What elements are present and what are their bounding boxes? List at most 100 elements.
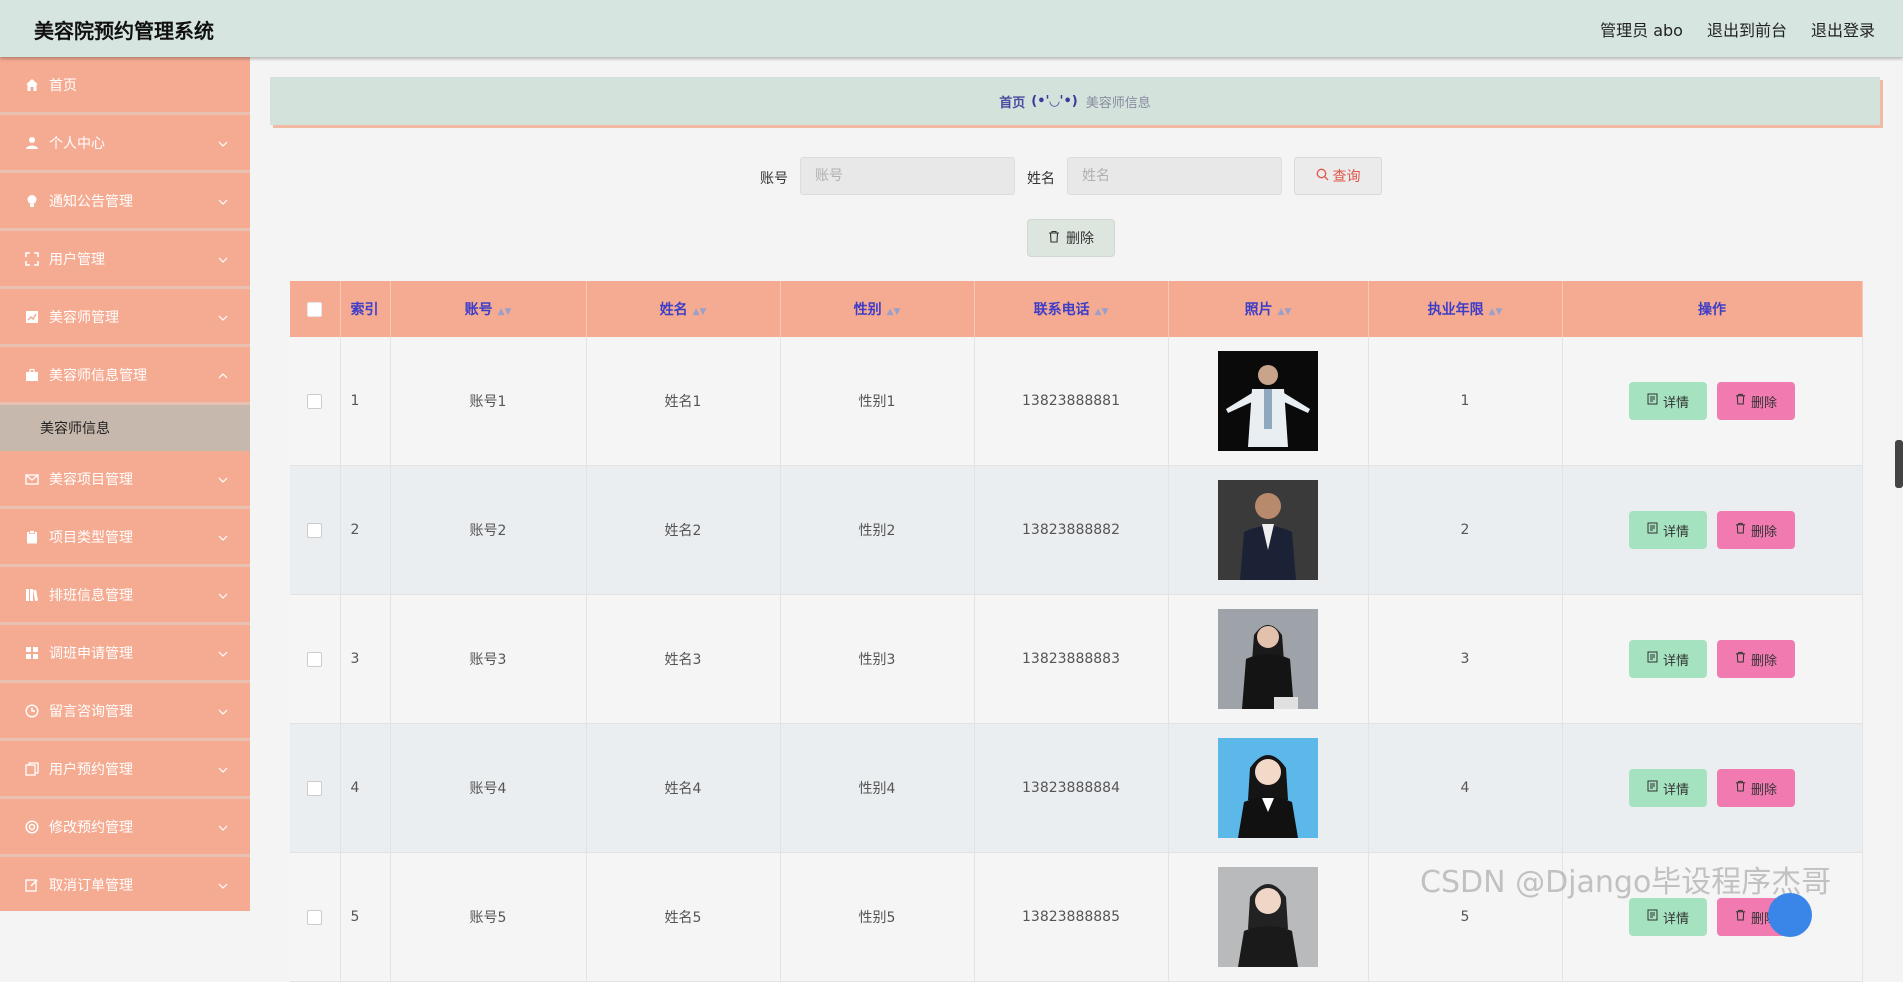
chevron-down-icon (218, 645, 228, 661)
sidebar-item-home[interactable]: 首页 (0, 57, 250, 115)
fullscreen-icon (24, 251, 40, 267)
admin-user-label: 管理员 abo (1600, 21, 1683, 40)
detail-button[interactable]: 详情 (1629, 640, 1707, 678)
cell-gender: 性别1 (780, 337, 975, 466)
cell-actions: 详情 删除 (1562, 337, 1863, 466)
sidebar-item-beautician-info[interactable]: 美容师信息管理 (0, 347, 250, 405)
briefcase-icon (24, 367, 40, 383)
sidebar-item-label: 用户管理 (49, 251, 105, 268)
sidebar-item-schedules[interactable]: 排班信息管理 (0, 567, 250, 625)
submenu-item-beautician-info[interactable]: 美容师信息 (0, 405, 250, 451)
column-header-account[interactable]: 账号 ▲▼ (390, 281, 587, 337)
sidebar-item-projects[interactable]: 美容项目管理 (0, 451, 250, 509)
cell-account: 账号5 (390, 852, 587, 982)
sidebar-item-label: 修改预约管理 (49, 819, 133, 836)
clipboard-icon (24, 529, 40, 545)
app-title: 美容院预约管理系统 (34, 19, 214, 43)
sidebar-item-reservations[interactable]: 用户预约管理 (0, 741, 250, 799)
chevron-down-icon (218, 135, 228, 151)
floating-action-button[interactable] (1768, 893, 1812, 937)
cell-name: 姓名5 (586, 852, 781, 982)
row-checkbox[interactable] (307, 393, 323, 409)
sort-icon: ▲▼ (1277, 307, 1292, 317)
cell-phone: 13823888884 (974, 723, 1169, 853)
sidebar-item-messages[interactable]: 留言咨询管理 (0, 683, 250, 741)
detail-button[interactable]: 详情 (1629, 898, 1707, 936)
trash-icon (1735, 780, 1746, 796)
name-search-input[interactable] (1067, 157, 1282, 195)
table-row: 3 账号3 姓名3 性别3 13823888883 3 详情 删除 (290, 594, 1863, 724)
sort-icon: ▲▼ (1094, 307, 1109, 317)
cell-account: 账号4 (390, 723, 587, 853)
select-all-cell (290, 281, 341, 337)
beautician-photo (1218, 609, 1318, 709)
cell-photo (1168, 465, 1369, 595)
cell-gender: 性别4 (780, 723, 975, 853)
cell-index: 1 (340, 337, 391, 466)
search-button[interactable]: 查询 (1294, 157, 1382, 195)
column-header-photo[interactable]: 照片 ▲▼ (1168, 281, 1369, 337)
document-icon (1647, 393, 1658, 409)
select-all-checkbox[interactable] (307, 301, 323, 317)
home-icon (24, 77, 40, 93)
beautician-photo (1218, 867, 1318, 967)
cell-photo (1168, 594, 1369, 724)
cell-gender: 性别3 (780, 594, 975, 724)
column-header-gender[interactable]: 性别 ▲▼ (780, 281, 975, 337)
column-header-name[interactable]: 姓名 ▲▼ (586, 281, 781, 337)
document-icon (1647, 780, 1658, 796)
cell-years: 1 (1368, 337, 1563, 466)
chevron-up-icon (218, 367, 228, 383)
sidebar-item-label: 个人中心 (49, 135, 105, 152)
search-icon (1316, 168, 1329, 185)
detail-button[interactable]: 详情 (1629, 769, 1707, 807)
table-row: 1 账号1 姓名1 性别1 13823888881 1 详情 删除 (290, 337, 1863, 466)
chevron-down-icon (218, 309, 228, 325)
detail-button[interactable]: 详情 (1629, 511, 1707, 549)
row-checkbox[interactable] (307, 651, 323, 667)
cell-photo (1168, 852, 1369, 982)
account-search-input[interactable] (800, 157, 1015, 195)
delete-button[interactable]: 删除 (1717, 769, 1795, 807)
cell-years: 3 (1368, 594, 1563, 724)
row-checkbox[interactable] (307, 909, 323, 925)
breadcrumb-home-link[interactable]: 首页 (999, 92, 1025, 111)
sidebar-item-project-types[interactable]: 项目类型管理 (0, 509, 250, 567)
delete-button[interactable]: 删除 (1717, 382, 1795, 420)
sidebar-item-modify-reservations[interactable]: 修改预约管理 (0, 799, 250, 857)
sidebar-item-label: 留言咨询管理 (49, 703, 133, 720)
search-button-label: 查询 (1332, 169, 1361, 185)
bulk-delete-button[interactable]: 删除 (1027, 219, 1115, 257)
sort-icon: ▲▼ (886, 307, 901, 317)
books-icon (24, 587, 40, 603)
delete-button[interactable]: 删除 (1717, 640, 1795, 678)
chevron-down-icon (218, 703, 228, 719)
cell-actions: 详情 删除 (1562, 594, 1863, 724)
trash-icon (1048, 230, 1060, 247)
sidebar-item-beauticians[interactable]: 美容师管理 (0, 289, 250, 347)
scrollbar-handle[interactable] (1895, 440, 1903, 488)
row-checkbox[interactable] (307, 522, 323, 538)
logout-link[interactable]: 退出登录 (1811, 17, 1875, 41)
chevron-down-icon (218, 761, 228, 777)
lifebuoy-icon (24, 819, 40, 835)
user-icon (24, 135, 40, 151)
row-checkbox[interactable] (307, 780, 323, 796)
sidebar-item-cancel-orders[interactable]: 取消订单管理 (0, 857, 250, 911)
delete-button[interactable]: 删除 (1717, 511, 1795, 549)
detail-button[interactable]: 详情 (1629, 382, 1707, 420)
document-icon (1647, 522, 1658, 538)
column-header-years[interactable]: 执业年限 ▲▼ (1368, 281, 1563, 337)
back-to-front-link[interactable]: 退出到前台 (1707, 17, 1787, 41)
sidebar-item-label: 美容项目管理 (49, 471, 133, 488)
name-label: 姓名 (1027, 171, 1055, 187)
cell-account: 账号1 (390, 337, 587, 466)
cell-photo (1168, 723, 1369, 853)
clock-icon (24, 703, 40, 719)
sidebar-item-label: 取消订单管理 (49, 877, 133, 894)
chevron-down-icon (218, 529, 228, 545)
column-header-phone[interactable]: 联系电话 ▲▼ (974, 281, 1169, 337)
cell-phone: 13823888881 (974, 337, 1169, 466)
sidebar-item-shift-requests[interactable]: 调班申请管理 (0, 625, 250, 683)
sidebar-item-users[interactable]: 用户管理 (0, 231, 250, 289)
